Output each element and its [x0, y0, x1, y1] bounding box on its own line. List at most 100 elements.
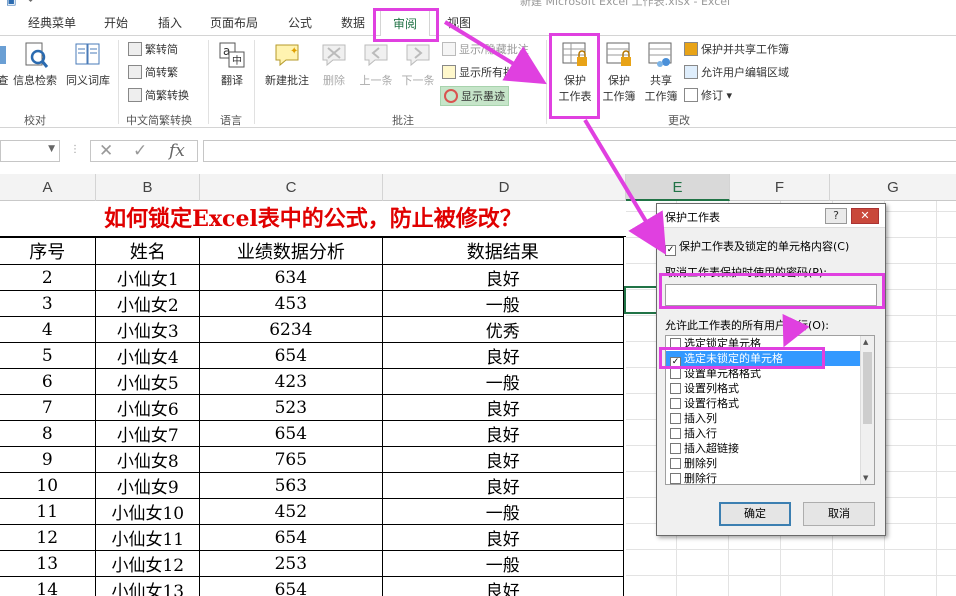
enter-icon[interactable]: ✓: [133, 141, 147, 161]
table-cell[interactable]: 8: [0, 420, 97, 447]
research-button[interactable]: 信息检索: [10, 40, 60, 88]
table-cell[interactable]: 563: [199, 472, 383, 499]
formula-input[interactable]: [203, 140, 956, 162]
show-ink-button[interactable]: 显示墨迹: [440, 86, 509, 106]
table-cell[interactable]: 523: [199, 394, 383, 421]
permission-item[interactable]: 插入行: [666, 426, 874, 441]
table-cell[interactable]: 小仙女11: [95, 524, 201, 551]
trad-to-simp-button[interactable]: 繁转简: [128, 40, 178, 60]
share-workbook-button[interactable]: 共享 工作簿: [640, 40, 682, 104]
permissions-list[interactable]: 选定锁定单元格 ✓ 选定未锁定的单元格 设置单元格格式 设置列格式 设置行格式 插入列 插入行…: [665, 335, 875, 485]
translate-button[interactable]: a中 翻译: [212, 40, 252, 88]
permission-item[interactable]: ✓ 选定未锁定的单元格: [666, 351, 874, 368]
permission-item[interactable]: 删除列: [666, 456, 874, 471]
column-header-g[interactable]: G: [830, 174, 956, 201]
table-cell[interactable]: 良好: [381, 420, 624, 447]
permissions-scrollbar[interactable]: ▲ ▼: [860, 336, 874, 484]
table-cell[interactable]: 小仙女2: [95, 290, 201, 317]
table-cell[interactable]: 良好: [381, 264, 624, 291]
tab-view[interactable]: 视图: [447, 14, 471, 31]
table-cell[interactable]: 良好: [381, 576, 624, 596]
spelling-button[interactable]: 查: [0, 40, 10, 88]
table-cell[interactable]: 13: [0, 550, 97, 577]
previous-comment-button[interactable]: 上一条: [356, 40, 396, 88]
table-header-cell[interactable]: 序号: [0, 237, 97, 265]
help-button[interactable]: ?: [825, 208, 847, 224]
simp-to-trad-button[interactable]: 简转繁: [128, 63, 178, 83]
tab-review[interactable]: 审阅: [380, 8, 431, 37]
table-cell[interactable]: 小仙女5: [95, 368, 201, 395]
checkbox-icon[interactable]: [670, 368, 681, 379]
tab-home[interactable]: 开始: [104, 14, 128, 31]
checkbox-icon[interactable]: [670, 338, 681, 349]
table-cell[interactable]: 6: [0, 368, 97, 395]
checkbox-icon[interactable]: [670, 383, 681, 394]
table-cell[interactable]: 良好: [381, 342, 624, 369]
column-header-d[interactable]: D: [383, 174, 626, 201]
new-comment-button[interactable]: ✦ 新建批注: [260, 40, 314, 88]
cancel-icon[interactable]: ✕: [99, 141, 113, 161]
cancel-button[interactable]: 取消: [803, 502, 875, 526]
scroll-up-icon[interactable]: ▲: [863, 338, 868, 346]
table-cell[interactable]: 良好: [381, 394, 624, 421]
table-cell[interactable]: 小仙女4: [95, 342, 201, 369]
table-cell[interactable]: 634: [199, 264, 383, 291]
table-cell[interactable]: 10: [0, 472, 97, 499]
table-cell[interactable]: 2: [0, 264, 97, 291]
dialog-titlebar[interactable]: 保护工作表 ? ✕: [657, 204, 885, 228]
checkbox-icon[interactable]: [670, 473, 681, 484]
thesaurus-button[interactable]: 同义词库: [62, 40, 114, 88]
table-cell[interactable]: 11: [0, 498, 97, 525]
table-cell[interactable]: 654: [199, 524, 383, 551]
chevron-down-icon[interactable]: ▼: [48, 144, 55, 154]
table-header-cell[interactable]: 姓名: [95, 237, 201, 265]
table-cell[interactable]: 一般: [381, 290, 624, 317]
table-header-cell[interactable]: 业绩数据分析: [199, 237, 383, 265]
protect-contents-checkbox[interactable]: ✓ 保护工作表及锁定的单元格内容(C): [665, 238, 849, 256]
permission-item[interactable]: 插入列: [666, 411, 874, 426]
table-cell[interactable]: 小仙女12: [95, 550, 201, 577]
permission-item[interactable]: 设置行格式: [666, 396, 874, 411]
checkbox-icon[interactable]: [670, 428, 681, 439]
table-cell[interactable]: 5: [0, 342, 97, 369]
table-cell[interactable]: 小仙女3: [95, 316, 201, 343]
table-cell[interactable]: 良好: [381, 446, 624, 473]
table-cell[interactable]: 654: [199, 342, 383, 369]
chinese-convert-button[interactable]: 简繁转换: [128, 86, 189, 106]
table-cell[interactable]: 452: [199, 498, 383, 525]
table-cell[interactable]: 9: [0, 446, 97, 473]
permission-item[interactable]: 设置单元格格式: [666, 366, 874, 381]
close-button[interactable]: ✕: [851, 208, 879, 224]
table-cell[interactable]: 一般: [381, 368, 624, 395]
checkbox-icon[interactable]: [670, 443, 681, 454]
column-header-e[interactable]: E: [626, 174, 730, 201]
table-cell[interactable]: 小仙女6: [95, 394, 201, 421]
table-cell[interactable]: 小仙女13: [95, 576, 201, 596]
column-header-a[interactable]: A: [0, 174, 96, 201]
sheet-headline[interactable]: 如何锁定Excel表中的公式，防止被修改？: [0, 201, 626, 237]
undo-icon[interactable]: ↶: [28, 0, 37, 7]
allow-edit-ranges-button[interactable]: 允许用户编辑区域: [684, 63, 789, 83]
table-cell[interactable]: 423: [199, 368, 383, 395]
table-cell[interactable]: 654: [199, 420, 383, 447]
protect-sheet-button[interactable]: 保护 工作表: [554, 40, 596, 104]
permission-item[interactable]: 选定锁定单元格: [666, 336, 874, 351]
table-cell[interactable]: 小仙女9: [95, 472, 201, 499]
checkbox-icon[interactable]: [670, 413, 681, 424]
table-cell[interactable]: 654: [199, 576, 383, 596]
scroll-down-icon[interactable]: ▼: [863, 474, 868, 482]
table-cell[interactable]: 12: [0, 524, 97, 551]
table-cell[interactable]: 7: [0, 394, 97, 421]
column-header-c[interactable]: C: [200, 174, 383, 201]
tab-formulas[interactable]: 公式: [288, 14, 312, 31]
table-cell[interactable]: 765: [199, 446, 383, 473]
table-cell[interactable]: 14: [0, 576, 97, 596]
password-input[interactable]: [665, 284, 877, 306]
table-cell[interactable]: 小仙女1: [95, 264, 201, 291]
active-cell[interactable]: [624, 286, 660, 314]
column-header-f[interactable]: F: [730, 174, 830, 201]
tab-page-layout[interactable]: 页面布局: [210, 14, 258, 31]
table-cell[interactable]: 4: [0, 316, 97, 343]
permission-item[interactable]: 设置列格式: [666, 381, 874, 396]
scrollbar-thumb[interactable]: [863, 352, 872, 424]
